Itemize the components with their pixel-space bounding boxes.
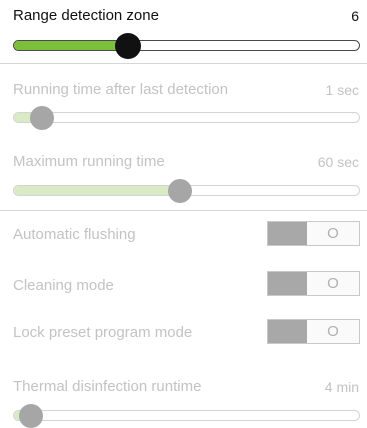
- automatic-flushing-toggle[interactable]: O: [267, 221, 360, 246]
- range-detection-value: 6: [351, 8, 359, 24]
- range-detection-slider-thumb[interactable]: [114, 32, 141, 59]
- max-running-time-slider-fill: [14, 186, 180, 195]
- running-time-value: 1 sec: [325, 82, 359, 98]
- cleaning-mode-setting: Cleaning mode O: [0, 260, 367, 308]
- toggle-knob: [268, 320, 307, 343]
- thermal-disinfection-slider-thumb[interactable]: [19, 403, 44, 428]
- lock-preset-setting: Lock preset program mode O: [0, 309, 367, 357]
- max-running-time-slider-thumb[interactable]: [167, 178, 192, 203]
- thermal-disinfection-slider[interactable]: [13, 403, 360, 428]
- max-running-time-value: 60 sec: [317, 154, 359, 170]
- toggle-state-label: O: [327, 323, 339, 340]
- max-running-time-label: Maximum running time: [13, 153, 165, 170]
- cleaning-mode-toggle[interactable]: O: [267, 271, 360, 296]
- range-detection-slider[interactable]: [13, 32, 360, 59]
- toggle-knob: [268, 272, 307, 295]
- max-running-time-slider[interactable]: [13, 178, 360, 203]
- toggle-knob: [268, 222, 307, 245]
- lock-preset-label: Lock preset program mode: [13, 324, 193, 341]
- automatic-flushing-label: Automatic flushing: [13, 226, 136, 243]
- running-time-label: Running time after last detection: [13, 81, 229, 98]
- automatic-flushing-setting: Automatic flushing O: [0, 211, 367, 259]
- range-detection-setting: Range detection zone 6: [0, 0, 367, 62]
- lock-preset-toggle[interactable]: O: [267, 319, 360, 344]
- running-time-slider-thumb[interactable]: [29, 105, 54, 130]
- max-running-time-setting: Maximum running time 60 sec: [0, 145, 367, 209]
- thermal-disinfection-label: Thermal disinfection runtime: [13, 378, 202, 395]
- running-time-slider[interactable]: [13, 105, 360, 130]
- cleaning-mode-label: Cleaning mode: [13, 277, 114, 294]
- thermal-disinfection-value: 4 min: [324, 379, 359, 395]
- toggle-state-label: O: [327, 225, 339, 242]
- range-detection-label: Range detection zone: [13, 7, 159, 24]
- toggle-state-label: O: [327, 275, 339, 292]
- running-time-setting: Running time after last detection 1 sec: [0, 64, 367, 144]
- range-detection-slider-fill: [14, 41, 128, 50]
- thermal-disinfection-setting: Thermal disinfection runtime 4 min: [0, 358, 367, 428]
